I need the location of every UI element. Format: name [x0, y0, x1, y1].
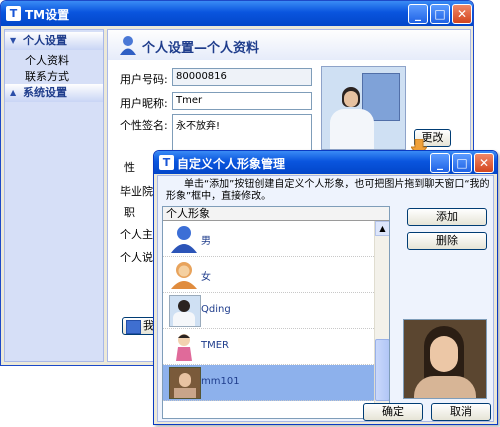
list-item-name: 女: [201, 272, 211, 283]
maximize-icon: □: [434, 7, 446, 21]
minimize-icon: _: [437, 156, 443, 170]
school-label: 毕业院: [120, 185, 153, 198]
user-icon: [120, 36, 136, 55]
face-shape: [344, 91, 358, 107]
avatar-list[interactable]: 个人形象 男 女 Qding TMER mm101 ▲: [162, 206, 390, 419]
scroll-thumb[interactable]: [375, 339, 389, 401]
list-item-name: mm101: [201, 376, 240, 387]
nickname-field[interactable]: Tmer: [172, 92, 312, 110]
app-icon: T: [159, 155, 174, 170]
page-header: 个人设置—个人资料: [108, 30, 470, 60]
sidebar-group-system[interactable]: ▲ 系统设置: [5, 84, 103, 102]
sidebar: ▼ 个人设置 个人资料 联系方式 ▲ 系统设置: [4, 29, 104, 362]
sidebar-group-personal[interactable]: ▼ 个人设置: [5, 32, 103, 50]
shirt-shape: [173, 312, 195, 326]
dialog-title-bar[interactable]: T 自定义个人形象管理 _ □ ✕: [154, 151, 497, 174]
list-item-selected[interactable]: mm101: [163, 365, 374, 401]
dialog-maximize-button[interactable]: □: [452, 153, 472, 173]
window-title: TM设置: [25, 8, 70, 22]
dialog-instructions: 单击“添加”按钮创建自定义个人形象，也可把图片拖到聊天窗口“我的形象”框中，直接…: [166, 179, 490, 202]
description-label: 个人说: [120, 251, 153, 264]
shoulder-shape: [414, 376, 476, 398]
female-avatar-icon: [171, 262, 197, 289]
card-icon: [126, 320, 141, 334]
nickname-label: 用户昵称:: [120, 97, 168, 110]
page-title: 个人设置—个人资料: [142, 41, 260, 56]
homepage-label: 个人主: [120, 228, 153, 241]
cartoon-avatar: [176, 334, 192, 361]
list-scrollbar[interactable]: ▲ ▼: [374, 221, 389, 418]
close-icon: ✕: [478, 156, 490, 170]
user-id-field[interactable]: 80000816: [172, 68, 312, 86]
photo-avatar: [169, 295, 201, 327]
face-shape: [430, 336, 458, 372]
close-button[interactable]: ✕: [452, 4, 472, 24]
signature-field[interactable]: 永不放弃!: [172, 114, 312, 154]
photo-avatar: [169, 367, 201, 399]
collapse-icon: ▼: [10, 36, 17, 45]
scroll-up-button[interactable]: ▲: [375, 221, 389, 236]
list-item[interactable]: 女: [163, 257, 374, 293]
dialog-minimize-button[interactable]: _: [430, 153, 450, 173]
avatar-preview: [321, 66, 406, 150]
app-icon: T: [6, 6, 21, 21]
male-avatar-icon: [171, 226, 197, 253]
list-item-name: Qding: [201, 304, 231, 315]
cancel-button[interactable]: 取消: [431, 403, 491, 421]
face-shape: [179, 373, 191, 387]
list-item[interactable]: TMER: [163, 329, 374, 365]
avatar-manager-dialog: T 自定义个人形象管理 _ □ ✕ 单击“添加”按钮创建自定义个人形象，也可把图…: [153, 150, 498, 425]
add-button[interactable]: 添加: [407, 208, 487, 226]
maximize-icon: □: [456, 156, 468, 170]
list-header: 个人形象: [163, 207, 389, 221]
signature-label: 个性签名:: [120, 119, 168, 132]
ok-button[interactable]: 确定: [363, 403, 423, 421]
list-item[interactable]: Qding: [163, 293, 374, 329]
minimize-icon: _: [415, 7, 421, 21]
avatar-large-preview: [403, 319, 487, 399]
shoulder-shape: [174, 388, 196, 398]
sidebar-item-contact[interactable]: 联系方式: [25, 68, 69, 84]
delete-button[interactable]: 删除: [407, 232, 487, 250]
list-item-name: TMER: [201, 340, 230, 351]
dialog-body: 单击“添加”按钮创建自定义个人形象，也可把图片拖到聊天窗口“我的形象”框中，直接…: [157, 175, 494, 422]
dialog-close-button[interactable]: ✕: [474, 153, 494, 173]
expand-icon: ▲: [10, 88, 17, 97]
minimize-button[interactable]: _: [408, 4, 428, 24]
job-label: 职: [124, 206, 135, 219]
sidebar-group-label: 系统设置: [23, 86, 67, 99]
sidebar-group-label: 个人设置: [23, 34, 67, 47]
shirt-shape: [330, 109, 374, 149]
list-item-name: 男: [201, 236, 211, 247]
list-item[interactable]: 男: [163, 221, 374, 257]
hair-shape: [178, 300, 190, 312]
maximize-button[interactable]: □: [430, 4, 450, 24]
user-id-label: 用户号码:: [120, 73, 168, 86]
dialog-title: 自定义个人形象管理: [177, 157, 286, 171]
sidebar-item-profile[interactable]: 个人资料: [25, 52, 69, 68]
title-bar[interactable]: T TM设置 _ □ ✕: [1, 1, 473, 26]
gender-label: 性: [124, 161, 135, 174]
close-icon: ✕: [456, 7, 468, 21]
